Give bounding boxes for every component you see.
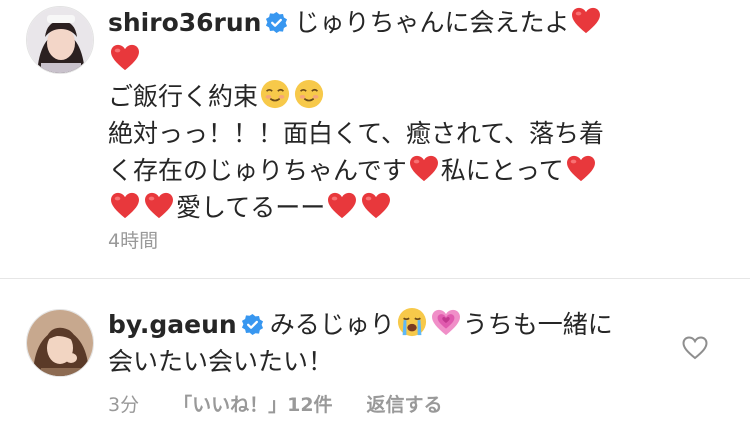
loudly-crying-face-emoji — [397, 307, 426, 337]
smiling-face-emoji — [260, 79, 290, 109]
likes-count-link[interactable]: 「いいね！」12件 — [173, 394, 332, 416]
red-heart-emoji — [566, 155, 595, 182]
red-heart-emoji — [111, 192, 139, 219]
divider — [0, 278, 750, 279]
comment-text: 私にとって — [440, 156, 564, 185]
heart-outline-icon[interactable] — [682, 336, 708, 360]
comment-text: うちも一緒に — [462, 310, 613, 339]
red-heart-emoji — [409, 155, 438, 182]
red-heart-emoji — [111, 44, 139, 71]
username[interactable]: shiro36run — [108, 8, 261, 37]
comment-meta: 3分 「いいね！」12件 返信する — [108, 390, 477, 417]
comment-body: shiro36run じゅりちゃんに会えたよ ご飯行く約束 絶対っっ！！！面白くて… — [108, 4, 730, 226]
growing-heart-emoji — [431, 309, 460, 336]
comment-text: みるじゅり — [269, 310, 395, 339]
timestamp: 4時間 — [108, 230, 159, 252]
comment-meta: 4時間 — [108, 226, 192, 253]
verified-badge-icon — [241, 313, 263, 336]
comment-shiro36run: shiro36run じゅりちゃんに会えたよ ご飯行く約束 絶対っっ！！！面白くて… — [0, 0, 750, 278]
comment-by-gaeun: by.gaeun みるじゅり うちも一緒に 会いたい会いたい！ 3分 「いいね！」12… — [0, 280, 750, 421]
avatar-shiro36run[interactable] — [26, 6, 94, 74]
red-heart-emoji — [328, 192, 357, 219]
username[interactable]: by.gaeun — [108, 310, 237, 339]
comment-body: by.gaeun みるじゅり うちも一緒に 会いたい会いたい！ — [108, 306, 668, 380]
red-heart-emoji — [145, 192, 173, 219]
smiling-face-emoji — [294, 79, 324, 109]
avatar-by-gaeun[interactable] — [26, 309, 94, 377]
timestamp: 3分 — [108, 394, 140, 416]
verified-badge-icon — [266, 11, 288, 34]
comment-text: ご飯行く約束 — [108, 82, 259, 111]
comment-text: 会いたい会いたい！ — [108, 347, 334, 376]
red-heart-emoji — [572, 7, 601, 34]
comment-text: く存在のじゅりちゃんです — [108, 156, 407, 185]
comment-text: 絶対っっ！！！面白くて、癒されて、落ち着 — [108, 119, 605, 148]
comment-text: じゅりちゃんに会えたよ — [294, 8, 570, 37]
red-heart-emoji — [362, 192, 391, 219]
reply-button[interactable]: 返信する — [367, 394, 443, 416]
comment-text: 愛してるーー — [176, 193, 326, 222]
